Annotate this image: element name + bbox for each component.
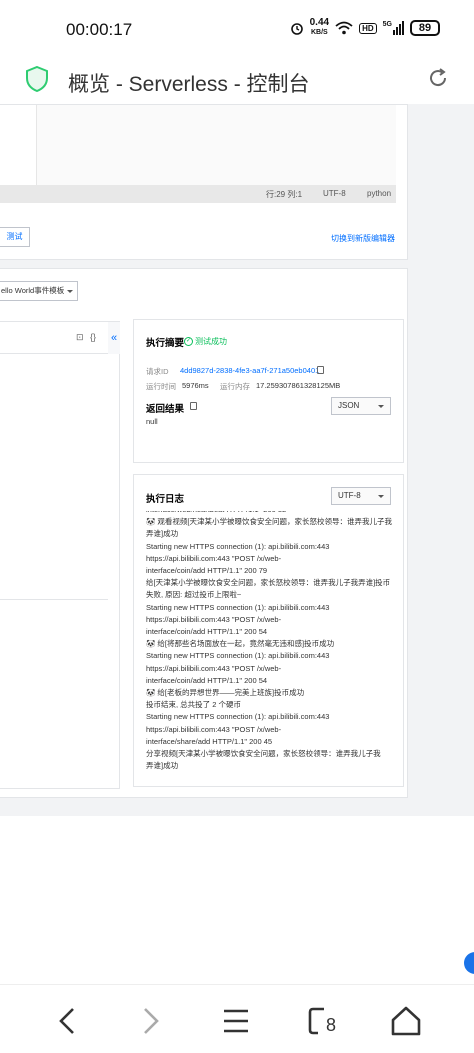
log-line: 🐼 给[老板的异想世界——完美上班族]投币成功 (146, 688, 305, 698)
result-value: null (146, 417, 158, 426)
battery-icon: 89 (410, 20, 440, 36)
log-line: 🐼 给[将那些名场面放在一起，竟然毫无违和感]投币成功 (146, 639, 335, 649)
log-line: 失败, 原因: 超过投币上限啦~ (146, 590, 242, 600)
template-select-value: ello World事件模板 (1, 286, 65, 295)
log-line: https://api.bilibili.com:443 "POST /x/we… (146, 724, 282, 734)
log-line: 弄谁]成功 (146, 529, 179, 539)
log-encoding-value: UTF-8 (338, 491, 361, 500)
forward-icon[interactable] (132, 1003, 168, 1039)
signal-label: 5G (382, 21, 392, 28)
refresh-icon[interactable] (426, 66, 450, 90)
menu-icon[interactable] (218, 1003, 254, 1039)
log-line: interface/coin/add HTTP/1.1" 200 54 (146, 675, 268, 685)
editor-language: python (367, 189, 392, 198)
blank-area (0, 816, 474, 984)
alarm-icon (290, 23, 303, 35)
status-badge: ✓ 测试成功 (184, 336, 227, 347)
event-editor-card: ⊡ {} « (0, 321, 120, 789)
copy-icon[interactable] (317, 366, 324, 374)
status-text: 测试成功 (195, 337, 227, 346)
log-line: interface/share/add HTTP/1.1" 200 45 (146, 736, 273, 746)
log-line: Starting new HTTPS connection (1): api.b… (146, 541, 330, 551)
log-line: 投币结束, 总共投了 2 个硬币 (146, 700, 242, 710)
home-icon[interactable] (388, 1003, 424, 1039)
editor-encoding: UTF-8 (323, 189, 346, 198)
editor-status-bar: 行:29 列:1 UTF-8 python (0, 185, 396, 203)
net-speed-unit: KB/S (310, 29, 328, 36)
status-bar: 00:00:17 0.44 KB/S HD 5G 89 (0, 0, 474, 58)
status-icons: 0.44 KB/S HD 5G 89 (290, 18, 440, 38)
log-lines: interface/web/heartbeat HTTP/1.1" 200 32… (146, 511, 394, 772)
browser-nav-bar: 8 (0, 984, 474, 1053)
log-encoding-select[interactable]: UTF-8 (331, 487, 391, 505)
page-title: 概览 - Serverless - 控制台 (68, 73, 310, 96)
runtime-label: 运行时间 (146, 382, 176, 391)
execution-log-card: 执行日志 UTF-8 interface/web/heartbeat HTTP/… (133, 474, 404, 787)
log-line: Starting new HTTPS connection (1): api.b… (146, 712, 330, 722)
net-speed: 0.44 KB/S (310, 18, 329, 38)
runtime-value: 5976ms (182, 381, 209, 390)
format-icon[interactable]: ⊡ (76, 332, 84, 343)
log-output[interactable]: interface/web/heartbeat HTTP/1.1" 200 32… (146, 511, 394, 773)
test-result-panel: ello World事件模板 ⊡ {} « 执行摘要 ✓ 测试成功 请求ID 4… (0, 268, 408, 798)
template-select[interactable]: ello World事件模板 (0, 281, 78, 301)
wifi-icon (335, 21, 353, 35)
log-line: interface/coin/add HTTP/1.1" 200 79 (146, 566, 268, 576)
request-id-label: 请求ID (146, 367, 169, 376)
result-format-select[interactable]: JSON (331, 397, 391, 415)
event-editor-header: ⊡ {} (0, 322, 108, 354)
code-editor[interactable] (36, 105, 396, 185)
test-button[interactable]: 测试 (0, 227, 30, 247)
clock: 00:00:17 (66, 20, 133, 39)
log-line: Starting new HTTPS connection (1): api.b… (146, 651, 330, 661)
result-label: 返回结果 (146, 404, 185, 415)
collapse-icon[interactable]: « (108, 322, 120, 354)
switch-editor-link[interactable]: 切换到新版编辑器 (331, 233, 395, 244)
check-circle-icon: ✓ (184, 337, 193, 346)
memory-label: 运行内存 (220, 382, 250, 391)
tabs-button[interactable]: 8 (304, 1003, 340, 1039)
log-line: Starting new HTTPS connection (1): api.b… (146, 602, 330, 612)
tab-count: 8 (326, 1015, 337, 1035)
back-icon[interactable] (50, 1003, 86, 1039)
log-title: 执行日志 (146, 494, 185, 505)
chevron-down-icon (67, 290, 73, 293)
chevron-down-icon (378, 405, 384, 408)
hd-icon: HD (359, 22, 377, 34)
chevron-down-icon (378, 495, 384, 498)
net-speed-value: 0.44 (309, 17, 330, 28)
result-format-value: JSON (338, 401, 360, 410)
cursor-position: 行:29 列:1 (266, 190, 303, 199)
signal-icon: 5G (383, 21, 404, 35)
browser-title-bar: 概览 - Serverless - 控制台 (0, 58, 474, 104)
log-line: 🐼 观看视频[天津某小学被曝饮食安全问题，家长怒校领导：谁弄我儿子我 (146, 517, 393, 527)
execution-summary-card: 执行摘要 ✓ 测试成功 请求ID 4dd9827d-2838-4fe3-aa7f… (133, 319, 404, 463)
shield-icon[interactable] (26, 66, 48, 92)
request-id-value: 4dd9827d-2838-4fe3-aa7f-271a50eb0401 (180, 366, 320, 375)
log-line: https://api.bilibili.com:443 "POST /x/we… (146, 553, 282, 563)
log-line: https://api.bilibili.com:443 "POST /x/we… (146, 614, 282, 624)
log-line: 弄谁]成功 (146, 761, 179, 771)
code-editor-panel: 行:29 列:1 UTF-8 python 测试 切换到新版编辑器 (0, 104, 408, 260)
divider (0, 599, 108, 600)
memory-value: 17.259307861328125MB (256, 381, 341, 390)
log-line: https://api.bilibili.com:443 "POST /x/we… (146, 663, 282, 673)
summary-title: 执行摘要 (146, 338, 185, 349)
log-line: 分享视频[天津某小学被曝饮食安全问题，家长怒校领导：谁弄我儿子我 (146, 749, 381, 759)
log-line: interface/coin/add HTTP/1.1" 200 54 (146, 627, 268, 637)
log-line: 给[天津某小学被曝饮食安全问题，家长怒校领导：谁弄我儿子我弄谁]投币 (146, 578, 391, 588)
braces-icon[interactable]: {} (90, 332, 96, 342)
web-content: 行:29 列:1 UTF-8 python 测试 切换到新版编辑器 ello W… (0, 104, 474, 816)
copy-icon[interactable] (190, 402, 197, 410)
